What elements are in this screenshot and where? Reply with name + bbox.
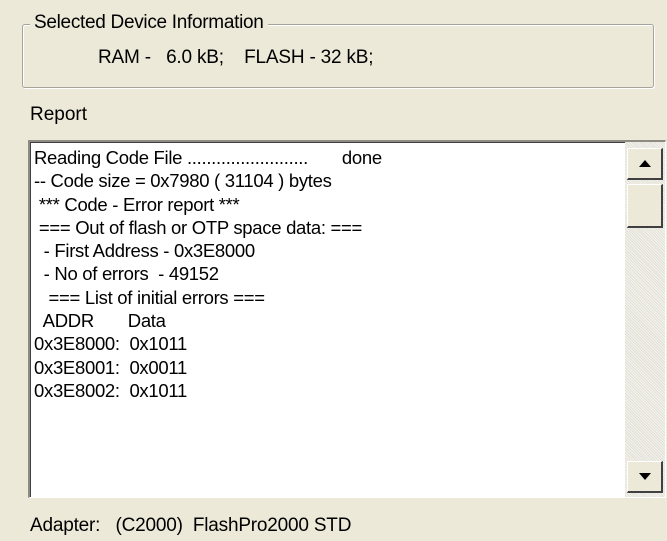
report-text-area[interactable]: Reading Code File ......................…: [28, 140, 666, 498]
report-line: === Out of flash or OTP space data: ===: [34, 216, 363, 238]
report-line: 0x3E8000: 0x1011: [34, 333, 187, 355]
arrow-down-icon: [638, 473, 651, 480]
report-line: -- Code size = 0x7980 ( 31104 ) bytes: [34, 170, 332, 192]
report-line: 0x3E8002: 0x1011: [34, 379, 187, 401]
scroll-thumb[interactable]: [627, 184, 663, 228]
report-line: ADDR Data: [34, 310, 166, 332]
arrow-up-icon: [638, 160, 651, 167]
report-line: Reading Code File ......................…: [34, 147, 382, 168]
report-lines: Reading Code File ......................…: [34, 146, 624, 402]
report-line: - First Address - 0x3E8000: [34, 240, 256, 262]
report-line: *** Code - Error report ***: [34, 193, 240, 215]
device-info-title: Selected Device Information: [30, 12, 268, 34]
report-label: Report: [30, 104, 88, 125]
report-line: - No of errors - 49152: [34, 263, 219, 285]
adapter-status: Adapter: (C2000) FlashPro2000 STD: [30, 515, 352, 536]
scroll-down-button[interactable]: [627, 461, 663, 493]
device-info-text: RAM - 6.0 kB; FLASH - 32 kB;: [98, 47, 374, 68]
report-vertical-scrollbar[interactable]: [625, 142, 665, 497]
report-line: 0x3E8001: 0x0011: [34, 356, 187, 378]
report-line: === List of initial errors ===: [34, 286, 266, 308]
scroll-up-button[interactable]: [627, 148, 663, 180]
